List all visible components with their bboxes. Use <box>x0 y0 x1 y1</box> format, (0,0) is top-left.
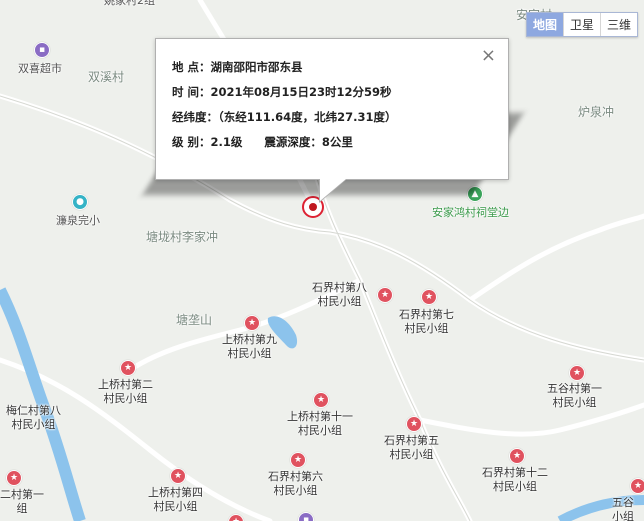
star-pin-icon[interactable]: ★ <box>630 478 644 494</box>
level-row: 级 别：2.1级 震源深度：8公里 <box>172 134 353 150</box>
supermarket-icon[interactable]: ▪ <box>34 42 50 58</box>
level-value: 2.1级 <box>210 135 243 149</box>
info-window-pointer <box>320 179 346 201</box>
road <box>417 402 644 437</box>
time-row: 时 间：2021年08月15日23时12分59秒 <box>172 84 392 100</box>
location-row: 地 点：湖南邵阳市邵东县 <box>172 59 303 75</box>
village-label: 塘垅村李家冲 <box>146 230 219 244</box>
mountain-label: 塘垄山 <box>176 313 213 327</box>
village-group-label: 二村第一 组 <box>0 488 44 515</box>
star-pin-icon[interactable]: ★ <box>244 315 260 331</box>
star-pin-icon[interactable]: ★ <box>509 448 525 464</box>
coords-label: 经纬度： <box>172 110 218 124</box>
village-group-label: 梅仁村第八 村民小组 <box>6 404 61 431</box>
star-pin-icon[interactable]: ★ <box>377 287 393 303</box>
time-value: 2021年08月15日23时12分59秒 <box>210 85 392 99</box>
village-group-label: 石界村第六 村民小组 <box>268 470 323 497</box>
star-pin-icon[interactable]: ★ <box>406 416 422 432</box>
map-type-3d-button[interactable]: 三维 <box>599 13 637 36</box>
star-pin-icon[interactable]: ★ <box>6 470 22 486</box>
star-pin-icon[interactable]: ★ <box>313 392 329 408</box>
village-group-label: 上桥村第二 村民小组 <box>98 378 153 405</box>
village-group-label: 上桥村第十一 村民小组 <box>287 410 353 437</box>
star-pin-icon[interactable]: ★ <box>421 289 437 305</box>
map-type-switch: 地图 卫星 三维 <box>525 12 638 37</box>
map-view[interactable]: 姚家村2组 ▪ 双喜超市 双溪村 ● 濂泉完小 塘垅村李家冲 塘垄山 安家村 炉… <box>0 0 644 521</box>
village-label: 炉泉冲 <box>578 105 615 119</box>
depth-label: 震源深度： <box>264 135 322 149</box>
coords-value: （东经111.64度，北纬27.31度） <box>218 110 397 124</box>
star-pin-icon[interactable]: ★ <box>569 365 585 381</box>
map-type-satellite-button[interactable]: 卫星 <box>562 13 600 36</box>
location-label: 地 点： <box>172 60 211 74</box>
depth-value: 8公里 <box>321 135 353 149</box>
village-group-label: 石界村第十二 村民小组 <box>482 466 548 493</box>
star-pin-icon[interactable]: ★ <box>120 360 136 376</box>
coords-row: 经纬度：（东经111.64度，北纬27.31度） <box>172 109 397 125</box>
school-label: 濂泉完小 <box>56 214 100 227</box>
school-icon[interactable]: ● <box>72 194 88 210</box>
close-icon[interactable]: × <box>481 45 496 66</box>
shop-icon[interactable]: ▪ <box>298 512 314 521</box>
earthquake-info-window: × 地 点：湖南邵阳市邵东县 时 间：2021年08月15日23时12分59秒 … <box>155 38 509 203</box>
road <box>467 213 644 303</box>
star-pin-icon[interactable]: ★ <box>290 452 306 468</box>
village-group-label: 五谷 小组 <box>612 496 634 521</box>
landmark-label: 安家鸿村祠堂边 <box>432 206 509 219</box>
village-label: 双溪村 <box>88 70 125 84</box>
village-group-label: 上桥村第四 村民小组 <box>148 486 203 513</box>
star-pin-icon[interactable]: ★ <box>170 468 186 484</box>
village-label: 姚家村2组 <box>104 0 155 7</box>
village-group-label: 石界村第八 村民小组 <box>312 281 367 308</box>
level-label: 级 别： <box>172 135 211 149</box>
village-group-label: 五谷村第一 村民小组 <box>547 382 602 409</box>
village-group-label: 上桥村第九 村民小组 <box>222 333 277 360</box>
supermarket-label: 双喜超市 <box>18 62 62 75</box>
time-label: 时 间： <box>172 85 211 99</box>
village-group-label: 石界村第七 村民小组 <box>399 308 454 335</box>
village-group-label: 石界村第五 村民小组 <box>384 434 439 461</box>
location-value: 湖南邵阳市邵东县 <box>210 60 303 74</box>
map-type-map-button[interactable]: 地图 <box>526 13 563 36</box>
